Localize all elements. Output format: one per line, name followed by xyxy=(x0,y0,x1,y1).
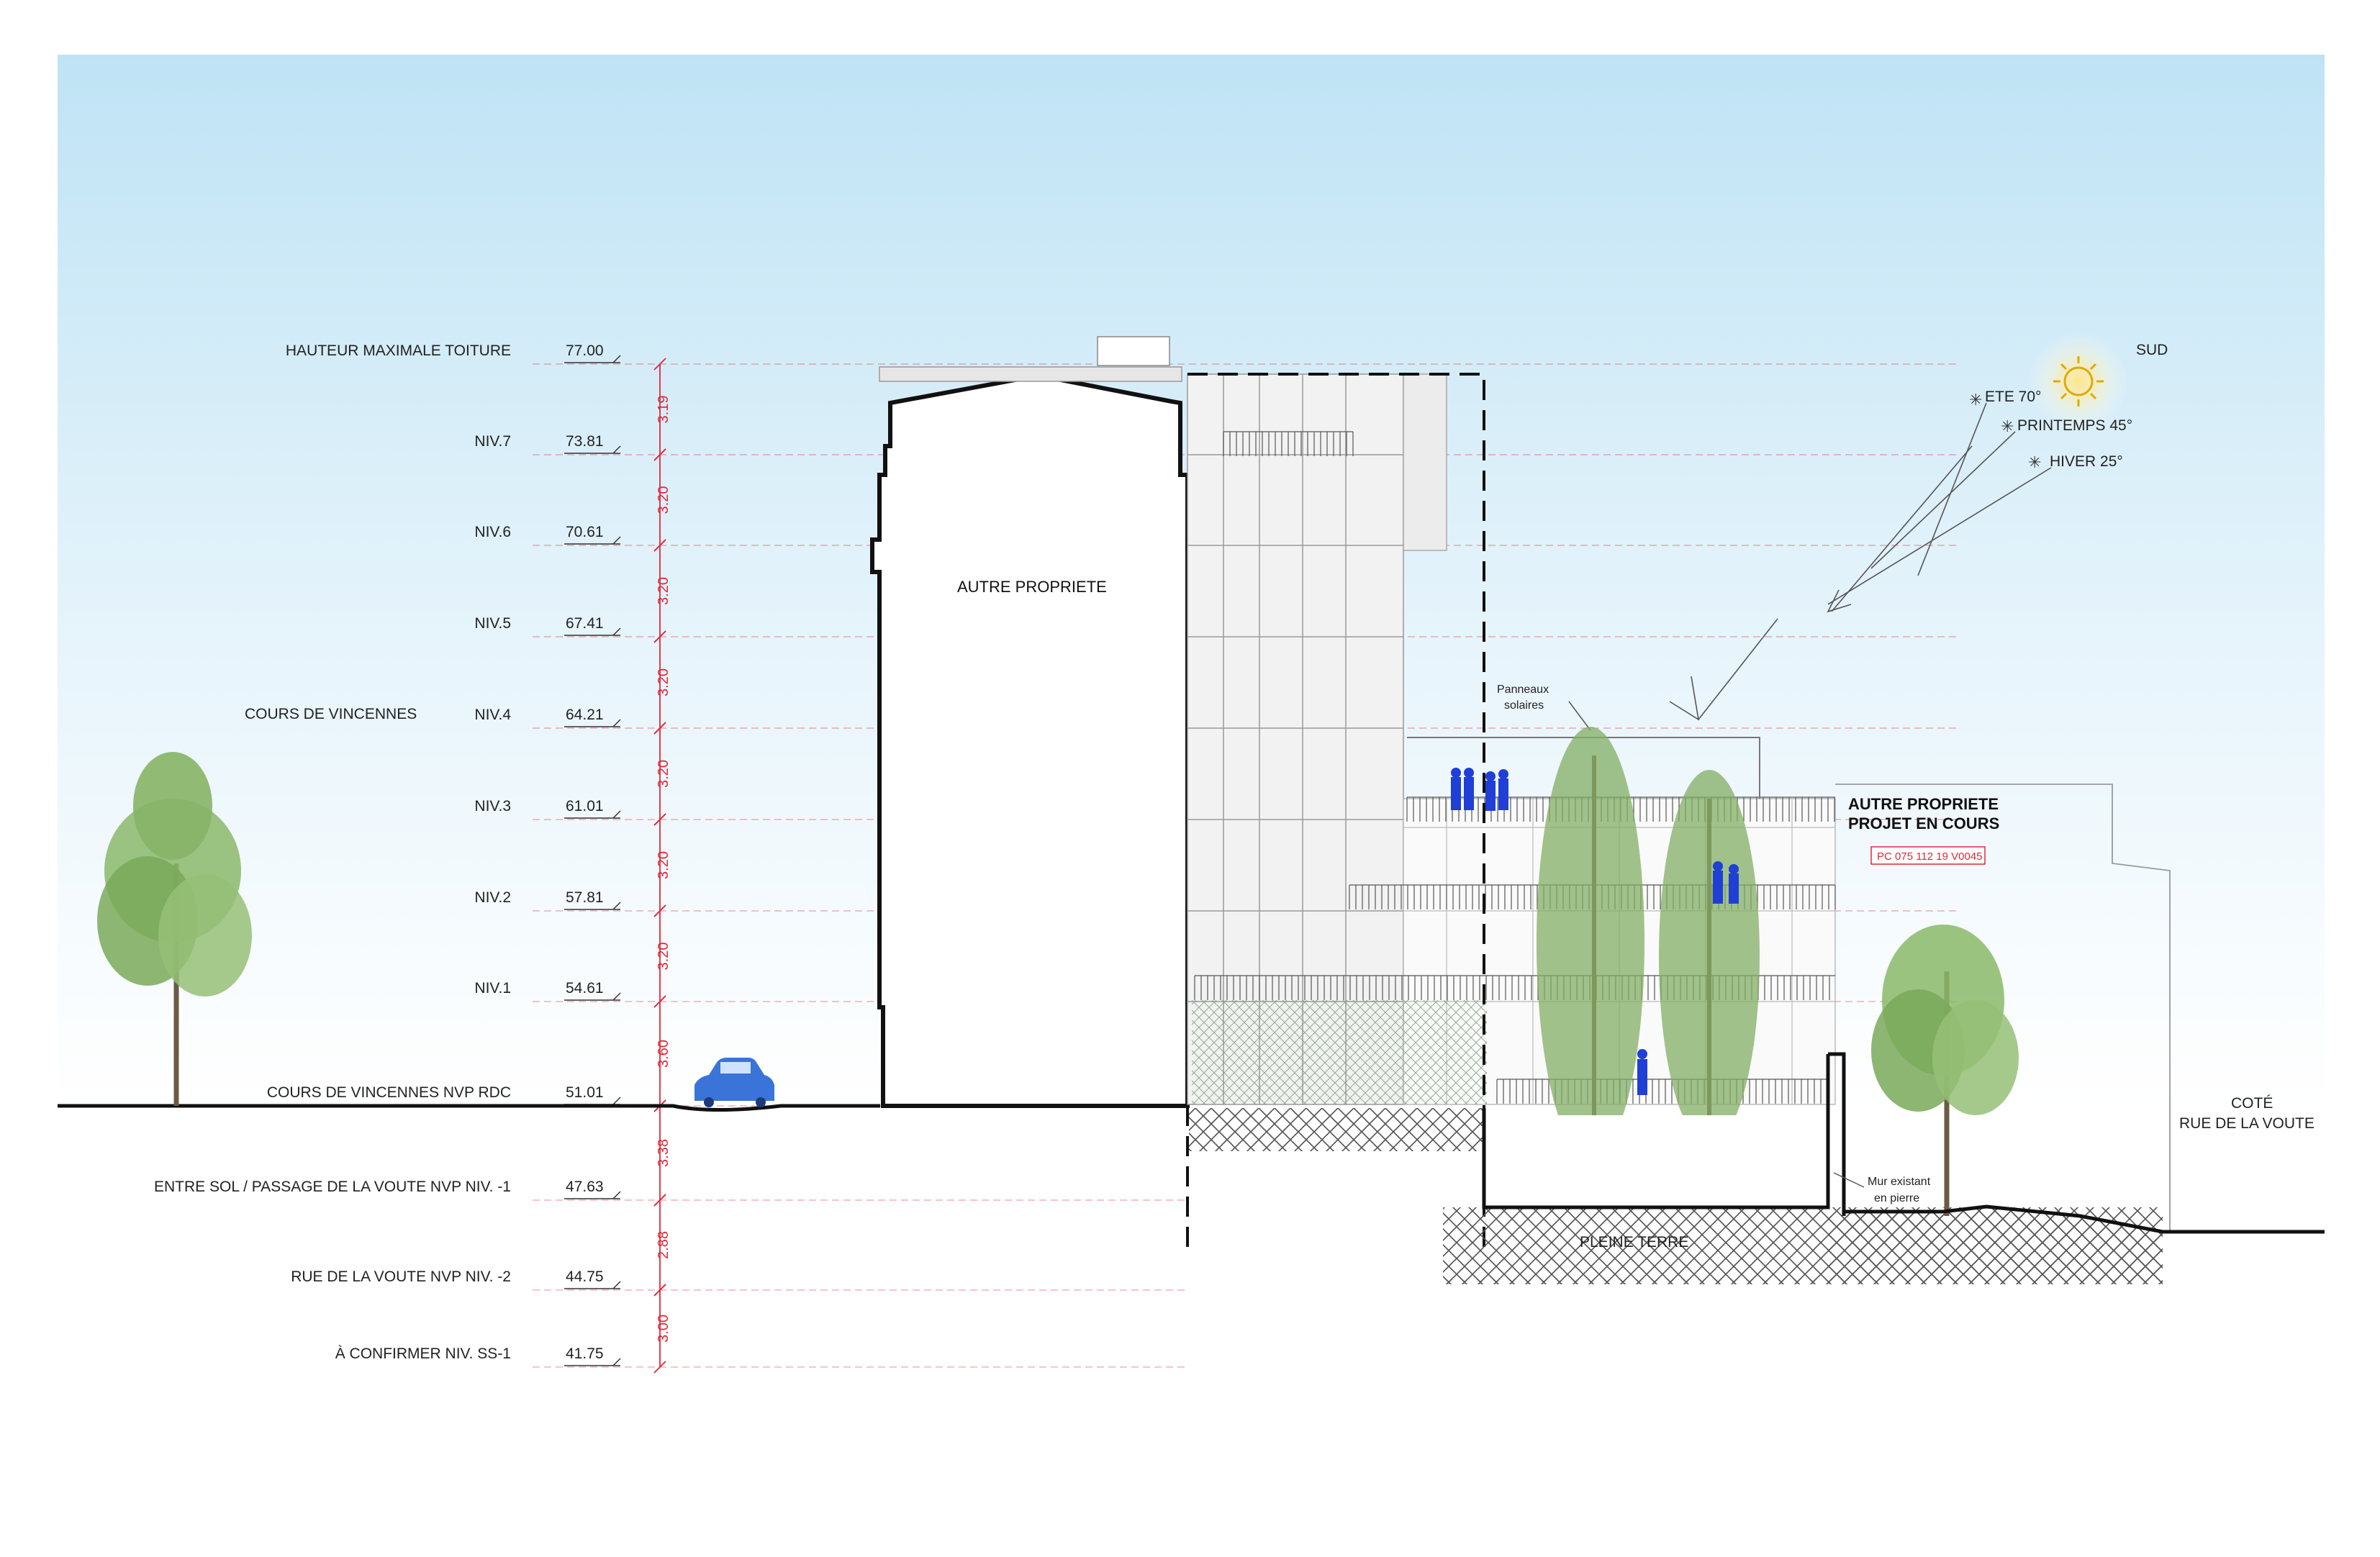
level-name: NIV.4 xyxy=(474,707,511,723)
level-name: NIV.1 xyxy=(474,980,511,997)
level-value: 47.63 xyxy=(566,1179,604,1195)
existing-wall-label-2: en pierre xyxy=(1874,1192,1919,1204)
floor-height-label: 3.20 xyxy=(656,486,671,514)
level-value: 73.81 xyxy=(566,433,604,450)
sun-icon xyxy=(2028,331,2129,432)
sun-winter-angle: HIVER 25° xyxy=(2050,453,2123,470)
ground-line-left xyxy=(58,1104,880,1112)
level-value: 54.61 xyxy=(566,980,604,997)
level-value: 44.75 xyxy=(566,1268,604,1285)
svg-text:✳: ✳ xyxy=(1969,391,1982,409)
neighbour-project-label-1: AUTRE PROPRIETE xyxy=(1848,795,1999,813)
side-street-label-2: RUE DE LA VOUTE xyxy=(2179,1115,2315,1132)
level-name: COURS DE VINCENNES NVP RDC xyxy=(267,1084,511,1101)
neighbour-project-label-2: PROJET EN COURS xyxy=(1848,814,1999,832)
floor-height-label: 3.20 xyxy=(656,851,671,879)
floor-height-label: 3.20 xyxy=(656,577,671,605)
floor-height-label: 3.20 xyxy=(656,943,671,971)
earth-fill-bottom xyxy=(1443,1207,2163,1284)
existing-wall-leader xyxy=(1833,1172,1865,1188)
level-value: 70.61 xyxy=(566,524,604,540)
other-property-label: AUTRE PROPRIETE xyxy=(957,578,1107,596)
floor-height-label: 2.88 xyxy=(656,1231,671,1259)
sun-summer-angle: ETE 70° xyxy=(1985,389,2041,405)
level-value: 51.01 xyxy=(566,1084,604,1101)
svg-text:✳: ✳ xyxy=(2028,453,2041,471)
level-name: NIV.7 xyxy=(474,433,511,450)
level-name: NIV.5 xyxy=(474,615,511,632)
level-name: NIV.6 xyxy=(474,524,511,540)
level-value: 77.00 xyxy=(566,342,604,359)
solar-panels-label-2: solaires xyxy=(1504,699,1544,712)
solar-panels-label-1: Panneaux xyxy=(1497,684,1549,696)
sun-spring-angle: PRINTEMPS 45° xyxy=(2017,417,2132,434)
level-value: 57.81 xyxy=(566,889,604,906)
level-name: RUE DE LA VOUTE NVP NIV. -2 xyxy=(291,1268,511,1285)
pleine-terre-label: PLEINE TERRE xyxy=(1580,1234,1688,1250)
permit-number: PC 075 112 19 V0045 xyxy=(1877,850,1983,863)
roof-box xyxy=(1097,336,1170,366)
sun-orientation: SUD xyxy=(2136,342,2168,358)
section-svg: SUD ✳ ✳ ✳ ETE 70° PRINTEMPS 45° HIVER 25… xyxy=(58,55,2325,1374)
floor-height-label: 3.00 xyxy=(656,1315,671,1343)
level-name: ENTRE SOL / PASSAGE DE LA VOUTE NVP NIV.… xyxy=(154,1179,511,1195)
svg-text:✳: ✳ xyxy=(2001,417,2014,435)
level-name: NIV.2 xyxy=(474,889,511,906)
level-value: 61.01 xyxy=(566,798,604,814)
floor-height-label: 3.60 xyxy=(656,1040,671,1068)
floor-height-label: 3.20 xyxy=(656,760,671,788)
level-name: NIV.3 xyxy=(474,798,511,814)
green-wall xyxy=(1192,1000,1487,1104)
level-value: 64.21 xyxy=(566,707,604,723)
existing-wall-label-1: Mur existant xyxy=(1868,1176,1931,1188)
tree-right xyxy=(1871,925,2019,1216)
level-value: 67.41 xyxy=(566,615,604,632)
level-value: 41.75 xyxy=(566,1345,604,1362)
floor-height-label: 3.20 xyxy=(656,668,671,696)
level-name: À CONFIRMER NIV. SS-1 xyxy=(335,1345,511,1362)
level-name: HAUTEUR MAXIMALE TOITURE xyxy=(286,342,511,359)
floor-height-label: 3.38 xyxy=(656,1139,671,1167)
basement-courtyard xyxy=(1486,1115,1824,1207)
section-drawing: SUD ✳ ✳ ✳ ETE 70° PRINTEMPS 45° HIVER 25… xyxy=(0,0,2380,1553)
roof-parapet-left xyxy=(879,366,1182,382)
floor-height-label: 3.19 xyxy=(656,396,671,424)
street-label: COURS DE VINCENNES xyxy=(245,706,417,722)
side-street-label-1: COTÉ xyxy=(2231,1095,2273,1112)
other-property-building xyxy=(870,373,1190,1108)
floor-height-dimensions: 3.19 3.20 3.20 3.20 3.20 3.20 3.20 3.60 3.38 2.88… xyxy=(653,358,671,1374)
